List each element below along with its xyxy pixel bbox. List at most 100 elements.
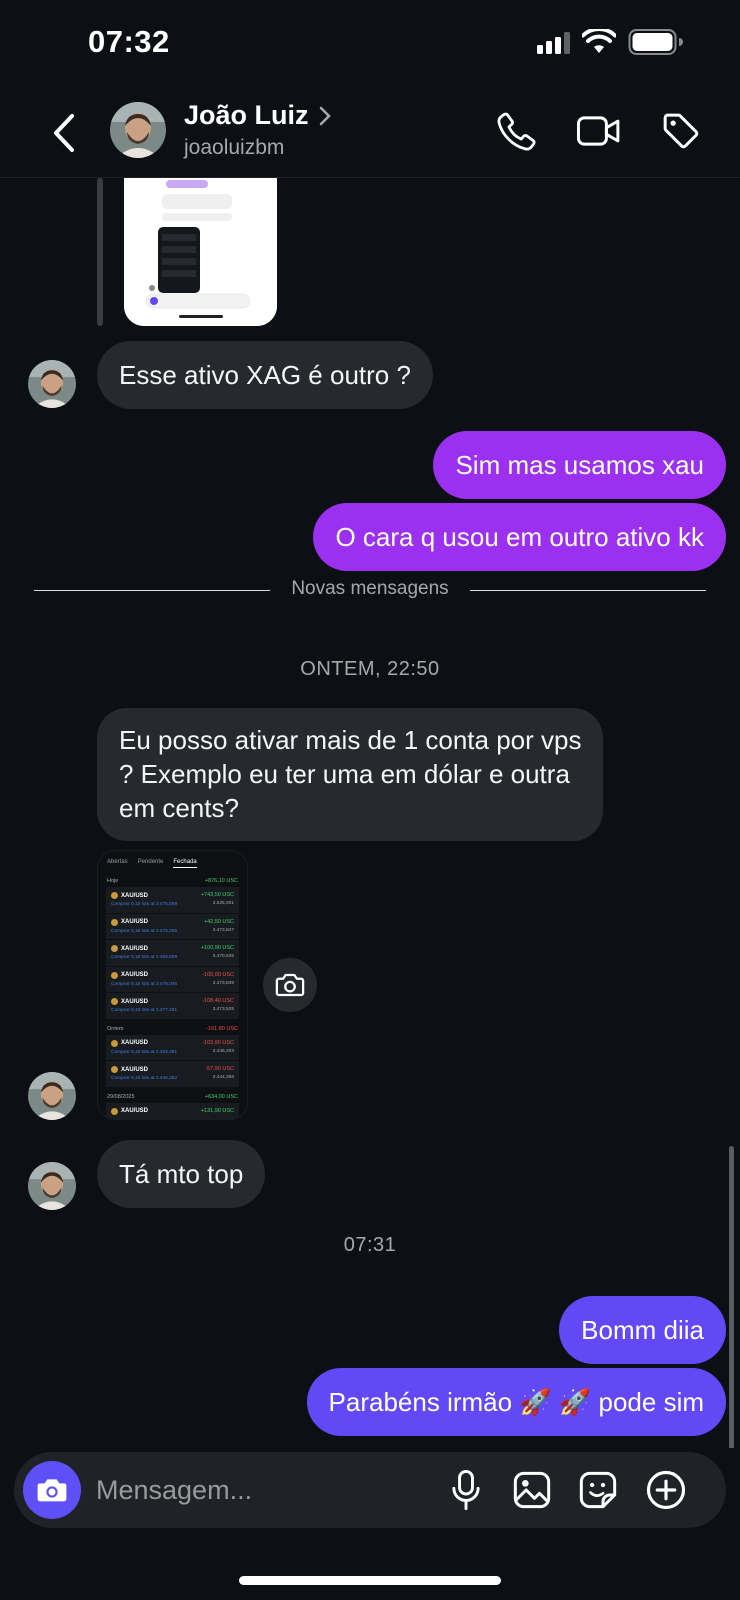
message-bubble-outgoing[interactable]: Parabéns irmão 🚀 🚀 pode sim bbox=[306, 1368, 726, 1436]
new-messages-divider: Novas mensagens bbox=[34, 578, 706, 602]
timestamp: ONTEM, 22:50 bbox=[300, 658, 440, 680]
gold-coin-icon bbox=[111, 918, 118, 926]
shot-pl: +100,90 USC bbox=[200, 945, 234, 951]
message-input[interactable] bbox=[96, 1466, 426, 1514]
message-bubble-outgoing[interactable]: Bomm diia bbox=[559, 1296, 726, 1364]
shot-trade-row: XAU/USD Comprar 0,15 lots at 3.469,599 +10… bbox=[106, 940, 239, 967]
gold-coin-icon bbox=[111, 971, 118, 979]
camera-icon bbox=[275, 973, 305, 997]
camera-icon bbox=[37, 1479, 67, 1502]
avatar-photo bbox=[110, 102, 166, 158]
sender-avatar[interactable] bbox=[28, 1162, 76, 1210]
home-indicator[interactable] bbox=[239, 1576, 501, 1585]
gallery-button[interactable] bbox=[508, 1466, 556, 1514]
shot-tab: Pendente bbox=[137, 859, 164, 865]
shot-pl: -103,90 USC bbox=[202, 1039, 234, 1046]
shot-section-label: Hoje bbox=[107, 878, 119, 884]
shot-pl: +42,50 USC bbox=[203, 918, 234, 925]
shot-detail: Comprar 0,15 lots at 3.478,046 bbox=[111, 981, 178, 987]
video-call-button[interactable] bbox=[574, 106, 624, 156]
chat-thread[interactable]: Esse ativo XAG é outro ? Sim mas usamos … bbox=[0, 178, 740, 1448]
shot-symbol: XAU/USD bbox=[111, 998, 177, 1005]
shot-pl: +743,50 USC bbox=[200, 892, 234, 898]
shot-trade-row: XAU/USD Comprar 0,15 lots at 3.475,569 +74… bbox=[106, 887, 239, 914]
shot-trade-row: XAU/USD Comprar 0,15 lots at 3.478,046 -10… bbox=[106, 967, 239, 993]
shot-symbol: XAU/USD bbox=[111, 945, 177, 952]
sticker-icon bbox=[579, 1471, 617, 1509]
shot-trade-row: XAU/USD +131,90 USC bbox=[106, 1103, 239, 1120]
label-button[interactable] bbox=[656, 106, 706, 156]
camera-reply-button[interactable] bbox=[263, 958, 317, 1012]
microphone-icon bbox=[452, 1469, 480, 1511]
shot-trade-row: XAU/USD Comprar 0,15 lots at 3.453,361 -10… bbox=[106, 1035, 239, 1061]
shot-detail: Comprar 0,15 lots at 3.476,255 bbox=[111, 928, 178, 934]
shot-price: 3.473,525 bbox=[212, 1007, 234, 1012]
thumbnail-preview bbox=[124, 178, 277, 326]
shot-detail: Comprar 0,15 lots at 3.475,569 bbox=[111, 902, 178, 907]
shot-trade-row: XAU/USD Comprar 0,15 lots at 3.477,281 -10… bbox=[106, 993, 239, 1020]
timestamp: 07:31 bbox=[343, 1234, 397, 1256]
shot-pl: +131,90 USC bbox=[200, 1107, 234, 1114]
message-bubble-incoming[interactable]: Eu posso ativar mais de 1 conta por vps … bbox=[97, 708, 604, 841]
sender-avatar[interactable] bbox=[28, 1072, 76, 1120]
shared-post-bar bbox=[97, 178, 103, 326]
gold-coin-icon bbox=[111, 1039, 118, 1047]
shot-section-header: Ontem -161,80 USC bbox=[98, 1020, 247, 1035]
shot-section-total: -161,80 USC bbox=[206, 1025, 238, 1032]
shot-symbol-text: XAU/USD bbox=[121, 919, 149, 925]
shot-pl: -100,00 USC bbox=[202, 971, 234, 978]
message-line: ? Exemplo eu ter uma em dólar e outra bbox=[119, 759, 570, 789]
message-bubble-incoming[interactable]: Tá mto top bbox=[97, 1140, 266, 1208]
image-icon bbox=[513, 1471, 551, 1509]
tag-icon bbox=[663, 113, 699, 149]
contact-name-row[interactable]: João Luiz bbox=[184, 100, 331, 131]
shot-pl: -57,90 USC bbox=[205, 1066, 234, 1072]
sticker-button[interactable] bbox=[574, 1466, 622, 1514]
sender-avatar[interactable] bbox=[28, 360, 76, 408]
shot-symbol-text: XAU/USD bbox=[121, 998, 149, 1005]
shot-detail: Comprar 0,15 lots at 3.477,281 bbox=[111, 1008, 178, 1013]
shot-card: XAU/USD Comprar 0,15 lots at 3.453,361 -10… bbox=[106, 1034, 239, 1088]
avatar-photo bbox=[28, 1072, 76, 1120]
gold-coin-icon bbox=[111, 998, 118, 1005]
contact-handle: joaoluizbm bbox=[184, 136, 285, 159]
avatar-photo bbox=[28, 360, 76, 408]
contact-name: João Luiz bbox=[184, 100, 309, 130]
wifi-icon bbox=[582, 29, 616, 53]
shared-image-message[interactable]: Abertas Pendente Fechada Hoje +876,10 USC… bbox=[97, 850, 248, 1120]
camera-button[interactable] bbox=[23, 1461, 81, 1519]
avatar-photo bbox=[28, 1162, 76, 1210]
back-button[interactable] bbox=[44, 108, 84, 158]
voice-call-button[interactable] bbox=[492, 106, 542, 156]
shot-symbol-text: XAU/USD bbox=[121, 972, 149, 978]
shot-section-total: +876,10 USC bbox=[204, 878, 238, 884]
back-chevron-icon bbox=[54, 114, 74, 152]
shot-trade-row: XAU/USD Comprar 0,15 lots at 3.446,352 -57… bbox=[106, 1061, 239, 1088]
shot-symbol: XAU/USD bbox=[111, 1066, 177, 1073]
shot-symbol-text: XAU/USD bbox=[121, 1108, 149, 1114]
shot-tab: Abertas bbox=[107, 859, 128, 865]
divider-label: Novas mensagens bbox=[291, 578, 449, 599]
shot-detail: Comprar 0,15 lots at 3.446,352 bbox=[111, 1076, 178, 1081]
gold-coin-icon bbox=[111, 945, 118, 952]
message-bubble-outgoing[interactable]: Sim mas usamos xau bbox=[433, 431, 726, 499]
message-line: em cents? bbox=[119, 793, 239, 823]
message-bubble-outgoing[interactable]: O cara q usou em outro ativo kk bbox=[313, 503, 726, 571]
shot-trade-row: XAU/USD Comprar 0,15 lots at 3.476,255 +42… bbox=[106, 914, 239, 940]
shot-symbol: XAU/USD bbox=[111, 971, 177, 979]
shot-price: 3.444,356 bbox=[212, 1075, 234, 1080]
shot-symbol-text: XAU/USD bbox=[121, 892, 149, 899]
more-options-button[interactable] bbox=[642, 1466, 690, 1514]
chat-scrollbar[interactable] bbox=[729, 1146, 734, 1448]
cellular-signal-icon bbox=[537, 30, 570, 54]
shared-post-thumbnail[interactable] bbox=[124, 178, 277, 326]
gold-coin-icon bbox=[111, 1066, 118, 1073]
shot-detail: Comprar 0,15 lots at 3.469,599 bbox=[111, 955, 178, 960]
shot-tabs: Abertas Pendente Fechada bbox=[98, 851, 247, 872]
contact-avatar[interactable] bbox=[110, 102, 166, 158]
shot-price: 3.470,635 bbox=[212, 954, 234, 959]
shot-symbol-text: XAU/USD bbox=[121, 945, 149, 952]
voice-message-button[interactable] bbox=[442, 1466, 490, 1514]
message-bubble-incoming[interactable]: Esse ativo XAG é outro ? bbox=[97, 341, 433, 409]
status-time: 07:32 bbox=[88, 24, 170, 59]
